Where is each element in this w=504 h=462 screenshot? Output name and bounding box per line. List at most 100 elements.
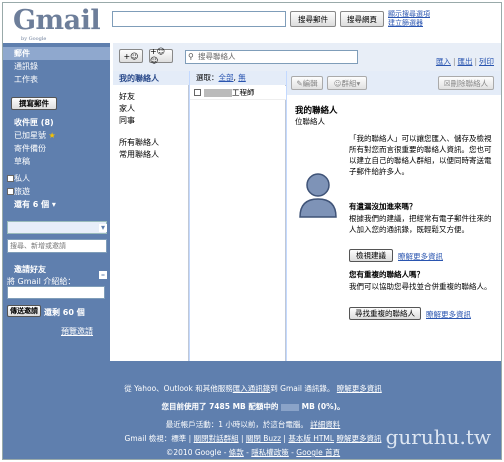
delete-contact-button[interactable]: ☒ 刪除聯絡人: [438, 76, 494, 90]
mail-search-input[interactable]: [112, 11, 286, 27]
select-none-link[interactable]: 無: [238, 73, 246, 82]
groups-dropdown[interactable]: ☺ 群組 ▾: [327, 76, 367, 90]
label-color-swatch: [7, 188, 14, 195]
chat-options-icon[interactable]: ▾: [99, 224, 107, 232]
chat-status-box[interactable]: [7, 221, 107, 234]
groups-label: 群組: [341, 78, 357, 88]
logo-byline: by Google: [21, 36, 47, 42]
conversation-view-link[interactable]: 關閉對話群組: [194, 434, 239, 443]
add-group-button[interactable]: +☺☺: [149, 47, 173, 65]
contact-title: 工程師: [232, 88, 255, 97]
duplicates-heading: 您有重複的聯絡人嗎？: [349, 270, 424, 279]
label-color-swatch: [7, 175, 14, 182]
add-group-icon: +☺☺: [150, 47, 166, 65]
import-link[interactable]: 匯入: [436, 57, 451, 66]
chat-search-input[interactable]: 搜尋、新增或邀請: [7, 239, 107, 253]
add-contact-button[interactable]: +☺: [119, 49, 143, 63]
google-home-link[interactable]: Google 首頁: [296, 448, 340, 457]
contacts-panel: +☺ +☺☺ ⚲ 搜尋聯絡人 匯入 | 匯出 | 列印 我的聯絡人 好友 家人 同事 所…: [113, 43, 501, 361]
storage-prefix: 您目前使用了: [161, 402, 207, 411]
contact-groups-column: 我的聯絡人 好友 家人 同事 所有聯絡人 常用聯絡人: [113, 71, 189, 361]
folder-sent[interactable]: 寄件備份: [14, 143, 46, 154]
privacy-link[interactable]: 隱私權政策: [251, 448, 289, 457]
create-filter-link[interactable]: 建立篩選器: [388, 19, 430, 28]
select-bar: 選取：全部, 無: [190, 71, 286, 85]
send-invite-button[interactable]: 傳送邀請: [7, 305, 41, 317]
terms-link[interactable]: 條款: [229, 448, 244, 457]
redacted-name: [204, 89, 232, 97]
nav-mail[interactable]: 郵件: [14, 48, 30, 59]
contact-search-input[interactable]: ⚲ 搜尋聯絡人: [185, 50, 358, 64]
folder-starred[interactable]: 已加星號 ★: [14, 130, 56, 141]
select-all-link[interactable]: 全部: [219, 73, 234, 82]
detail-toolbar: ✎ 編輯 ☺ 群組 ▾ ☒ 刪除聯絡人: [287, 71, 501, 95]
watermark-text: guruhu.tw: [385, 425, 491, 449]
print-link[interactable]: 列印: [479, 57, 494, 66]
view-learn-more-link[interactable]: 瞭解更多資訊: [336, 434, 381, 443]
find-duplicates-button[interactable]: 尋找重複的聯絡人: [349, 307, 421, 320]
footer-storage-line: 您目前使用了 7485 MB 配額中的 MB (0%)。: [3, 401, 501, 412]
group-frequent[interactable]: 常用聯絡人: [119, 149, 159, 160]
star-icon: ★: [48, 131, 56, 140]
folder-starred-label: 已加星號: [14, 131, 46, 140]
nav-contacts[interactable]: 通訊錄: [14, 61, 38, 72]
show-search-options-link[interactable]: 顯示搜尋選項: [388, 10, 430, 19]
activity-text: 最近帳戶活動：1 小時以前，於這台電腦。: [165, 420, 308, 429]
contact-search-placeholder: 搜尋聯絡人: [198, 52, 236, 61]
view-label: Gmail 檢視：標準: [124, 434, 187, 443]
basic-html-link[interactable]: 基本版 HTML: [288, 434, 334, 443]
group-coworkers[interactable]: 同事: [119, 115, 135, 126]
contacts-avatar-icon: [299, 173, 337, 218]
invite-email-input[interactable]: [7, 286, 105, 299]
search-mail-button[interactable]: 搜尋郵件: [290, 11, 336, 27]
folder-drafts[interactable]: 草稿: [14, 156, 30, 167]
group-all-contacts[interactable]: 所有聯絡人: [119, 137, 159, 148]
select-prefix: 選取：: [196, 73, 219, 82]
invites-remaining: 還剩 60 個: [44, 308, 85, 317]
delete-label: 刪除聯絡人: [450, 78, 489, 88]
footer-learn-more-link[interactable]: 瞭解更多資訊: [337, 384, 382, 393]
nav-tasks[interactable]: 工作表: [14, 74, 38, 85]
label-private[interactable]: 私人: [14, 173, 30, 184]
footer: 從 Yahoo、Outlook 和其他服務匯入通訊錄到 Gmail 通訊錄。 瞭…: [3, 361, 501, 459]
contact-checkbox[interactable]: [194, 89, 201, 96]
activity-details-link[interactable]: 詳細資料: [310, 420, 340, 429]
groups-icon: ☺: [333, 78, 342, 88]
label-travel[interactable]: 旅遊: [14, 186, 30, 197]
suggestions-body: 根據我們的建議，把經常有電子郵件往來的人加入您的通訊錄，既輕鬆又方便。: [349, 214, 492, 234]
storage-mid: 配額中的: [248, 402, 279, 411]
folder-inbox[interactable]: 收件匣 (8): [14, 117, 54, 128]
preview-invite-link[interactable]: 預覽邀請: [61, 326, 93, 337]
left-navigation: 郵件 通訊錄 工作表 撰寫郵件 收件匣 (8) 已加星號 ★ 寄件備份 草稿 私…: [3, 43, 110, 361]
search-icon: ⚲: [188, 52, 194, 61]
gmail-logo[interactable]: Gmail by Google: [13, 5, 101, 42]
group-friends[interactable]: 好友: [119, 91, 135, 102]
group-family[interactable]: 家人: [119, 103, 135, 114]
gmail-window: Gmail by Google 搜尋郵件 搜尋網頁 顯示搜尋選項 建立篩選器 郵…: [2, 2, 502, 460]
copyright-text: ©2010 Google -: [165, 448, 227, 457]
contacts-toolbar: +☺ +☺☺ ⚲ 搜尋聯絡人 匯入 | 匯出 | 列印: [113, 43, 501, 71]
add-contact-icon: +☺: [123, 51, 139, 61]
import-contacts-link[interactable]: 匯入通訊錄: [233, 384, 271, 393]
invite-collapse-icon[interactable]: –: [99, 271, 107, 279]
storage-suffix: MB (0%)。: [301, 402, 345, 411]
contact-row[interactable]: 工程師: [190, 86, 286, 100]
delete-icon: ☒: [443, 78, 451, 88]
duplicates-learn-more-link[interactable]: 瞭解更多資訊: [426, 309, 471, 320]
edit-button[interactable]: ✎ 編輯: [291, 76, 323, 90]
chevron-down-icon: ▾: [356, 78, 361, 88]
compose-button[interactable]: 撰寫郵件: [11, 97, 57, 110]
detail-title: 我的聯絡人: [295, 106, 338, 116]
contacts-actions: 匯入 | 匯出 | 列印: [435, 57, 494, 66]
top-bar: Gmail by Google 搜尋郵件 搜尋網頁 顯示搜尋選項 建立篩選器: [3, 3, 501, 43]
view-suggestions-button[interactable]: 檢視建議: [349, 249, 393, 262]
export-link[interactable]: 匯出: [457, 57, 472, 66]
suggestions-learn-more-link[interactable]: 瞭解更多資訊: [398, 251, 443, 262]
search-web-button[interactable]: 搜尋網頁: [340, 11, 384, 27]
group-my-contacts[interactable]: 我的聯絡人: [119, 73, 159, 84]
turn-off-buzz-link[interactable]: 關閉 Buzz: [246, 434, 281, 443]
footer-import-text: 從 Yahoo、Outlook 和其他服務: [124, 384, 233, 393]
logo-text: Gmail: [13, 5, 101, 36]
suggestions-heading: 有遺漏沒加進來嗎？: [349, 202, 417, 211]
more-labels-link[interactable]: 還有 6 個 ▾: [14, 199, 56, 210]
